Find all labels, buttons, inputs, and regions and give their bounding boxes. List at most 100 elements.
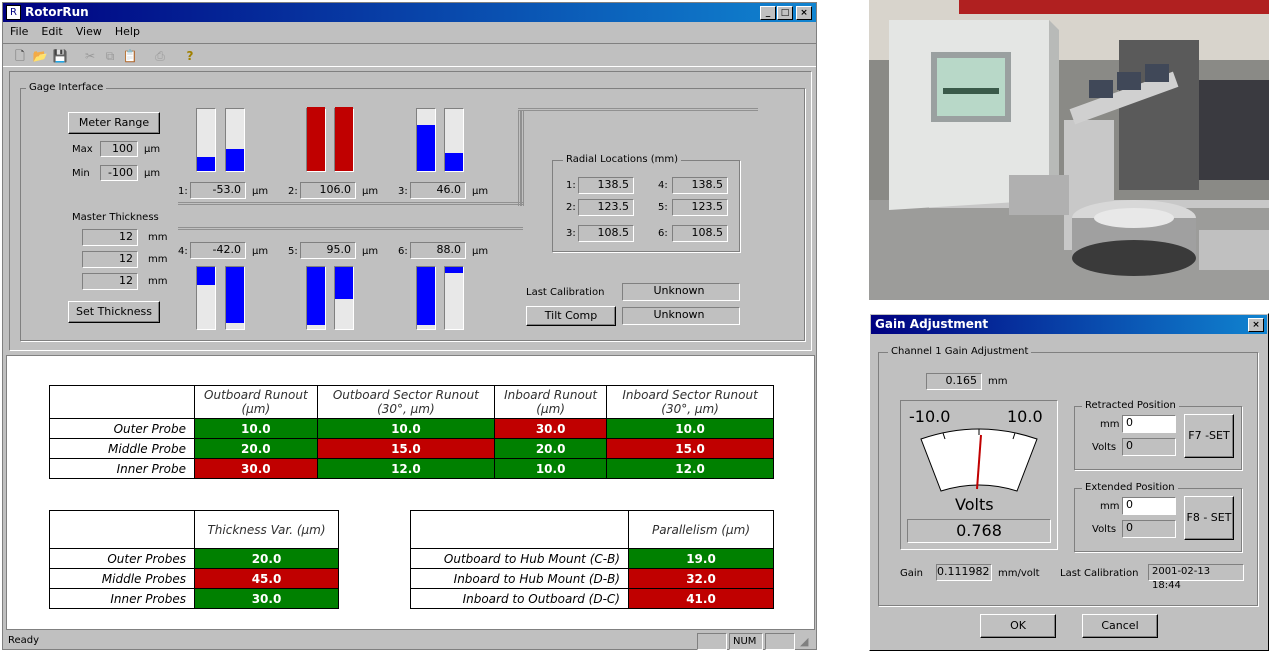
- table-cell: 19.0: [628, 548, 774, 569]
- new-file-icon[interactable]: 🗋: [11, 47, 29, 65]
- probe-5-unit: µm: [362, 246, 379, 257]
- extended-position-label: Extended Position: [1082, 482, 1178, 493]
- dialog-title: Gain Adjustment: [875, 317, 989, 331]
- min-field[interactable]: -100: [100, 165, 138, 181]
- max-label: Max: [72, 144, 93, 155]
- gage-panel: Gage Interface Meter Range Max 100 µm Mi…: [9, 71, 812, 351]
- set-thickness-button[interactable]: Set Thickness: [68, 301, 160, 323]
- maximize-button[interactable]: □: [777, 6, 793, 20]
- meter-value: 0.768: [907, 519, 1051, 543]
- probe-6-bar-a: [416, 266, 436, 330]
- gage-interface-label: Gage Interface: [26, 82, 107, 93]
- menu-file[interactable]: File: [3, 23, 34, 38]
- thickness-field-1[interactable]: 12: [82, 229, 138, 246]
- last-calibration-label: Last Calibration: [526, 287, 605, 298]
- help-icon[interactable]: ?: [181, 47, 199, 65]
- table-cell: 10.0: [494, 458, 608, 479]
- table-row: Outboard to Hub Mount (C-B) 19.0: [410, 548, 774, 569]
- open-folder-icon[interactable]: 📂: [31, 47, 49, 65]
- cut-icon[interactable]: ✂: [81, 47, 99, 65]
- header-thickness-var: Thickness Var. (µm): [194, 510, 339, 549]
- row-label: Middle Probe: [49, 438, 195, 459]
- extended-mm-label: mm: [1100, 501, 1120, 512]
- copy-icon[interactable]: ⧉: [101, 47, 119, 65]
- probe-4-value: -42.0: [190, 242, 246, 259]
- radial-3-value[interactable]: 108.5: [578, 225, 634, 242]
- probe-2-bar-b: [334, 107, 354, 172]
- meter-unit-label: Volts: [955, 495, 994, 514]
- meter-min-label: -10.0: [909, 407, 951, 426]
- retracted-mm-label: mm: [1100, 419, 1120, 430]
- status-text: Ready: [8, 635, 40, 646]
- probe-1-bar-b: [225, 108, 245, 172]
- runout-table: Outboard Runout (µm) Outboard Sector Run…: [49, 385, 774, 479]
- paste-icon[interactable]: 📋: [121, 47, 139, 65]
- extended-volts-label: Volts: [1092, 524, 1117, 535]
- save-icon[interactable]: 💾: [51, 47, 69, 65]
- meter-range-button[interactable]: Meter Range: [68, 112, 160, 134]
- thickness-field-2[interactable]: 12: [82, 251, 138, 268]
- radial-6-value[interactable]: 108.5: [672, 225, 728, 242]
- tilt-comp-value: Unknown: [622, 307, 740, 325]
- probe-1-bar-a: [196, 108, 216, 172]
- table-row: Outer Probes 20.0: [49, 548, 339, 569]
- table-cell: 30.0: [494, 418, 608, 439]
- menu-view[interactable]: View: [69, 23, 108, 38]
- probe-2-value: 106.0: [300, 182, 356, 199]
- meter-max-label: 10.0: [1007, 407, 1043, 426]
- f7-set-button[interactable]: F7 -SET: [1184, 414, 1234, 458]
- probe-1-value: -53.0: [190, 182, 246, 199]
- retracted-volts-label: Volts: [1092, 442, 1117, 453]
- minimize-button[interactable]: _: [760, 6, 776, 20]
- probe-4-unit: µm: [252, 246, 269, 257]
- menu-help[interactable]: Help: [108, 23, 146, 38]
- probe-3-bar-a: [416, 108, 436, 172]
- max-field[interactable]: 100: [100, 141, 138, 157]
- status-panel-empty: [697, 633, 727, 650]
- probe-1-label: 1:: [178, 186, 188, 197]
- table-cell: 20.0: [494, 438, 608, 459]
- resize-grip-icon[interactable]: ◢: [800, 635, 808, 648]
- table-row: Inner Probe 30.0 12.0 10.0 12.0: [49, 458, 774, 479]
- pipe-connector-vertical: [518, 110, 524, 206]
- radial-2-value[interactable]: 123.5: [578, 199, 634, 216]
- probe-5-bar-b: [334, 266, 354, 330]
- radial-4-value[interactable]: 138.5: [672, 177, 728, 194]
- table-cell: 30.0: [194, 458, 318, 479]
- table-row: Inboard to Hub Mount (D-B) 32.0: [410, 568, 774, 589]
- gain-adjustment-dialog: Gain Adjustment × Channel 1 Gain Adjustm…: [869, 313, 1269, 651]
- thickness-field-3[interactable]: 12: [82, 273, 138, 290]
- radial-1-value[interactable]: 138.5: [578, 177, 634, 194]
- probe-6-label: 6:: [398, 246, 408, 257]
- table-cell: 41.0: [628, 588, 774, 609]
- retracted-mm-input[interactable]: 0: [1122, 415, 1176, 433]
- dialog-last-calibration-label: Last Calibration: [1060, 568, 1139, 579]
- probe-5-label: 5:: [288, 246, 298, 257]
- channel-gain-label: Channel 1 Gain Adjustment: [888, 346, 1032, 357]
- dialog-last-calibration-value: 2001-02-13 18:44: [1148, 564, 1244, 591]
- f8-set-button[interactable]: F8 - SET: [1184, 496, 1234, 540]
- extended-volts-value: 0: [1122, 520, 1176, 538]
- tilt-comp-button[interactable]: Tilt Comp: [526, 306, 616, 326]
- cancel-button[interactable]: Cancel: [1082, 614, 1158, 638]
- table-cell: 15.0: [606, 438, 774, 459]
- extended-mm-input[interactable]: 0: [1122, 497, 1176, 515]
- radial-5-value[interactable]: 123.5: [672, 199, 728, 216]
- header-parallelism: Parallelism (µm): [628, 510, 774, 549]
- last-calibration-value: Unknown: [622, 283, 740, 301]
- ok-button[interactable]: OK: [980, 614, 1056, 638]
- app-icon: R: [6, 5, 21, 20]
- dialog-close-button[interactable]: ×: [1248, 318, 1264, 332]
- radial-1-label: 1:: [566, 180, 576, 191]
- table-cell: 10.0: [316, 418, 496, 439]
- min-label: Min: [72, 168, 90, 179]
- master-thickness-label: Master Thickness: [72, 212, 159, 223]
- close-button[interactable]: ×: [796, 6, 812, 20]
- row-label: Outer Probe: [49, 418, 195, 439]
- table-cell: 20.0: [194, 438, 318, 459]
- table-row: Inboard to Outboard (D-C) 41.0: [410, 588, 774, 609]
- row-label: Outer Probes: [49, 548, 195, 569]
- print-icon[interactable]: ⎙: [151, 47, 169, 65]
- menu-edit[interactable]: Edit: [34, 23, 68, 38]
- probe-6-unit: µm: [472, 246, 489, 257]
